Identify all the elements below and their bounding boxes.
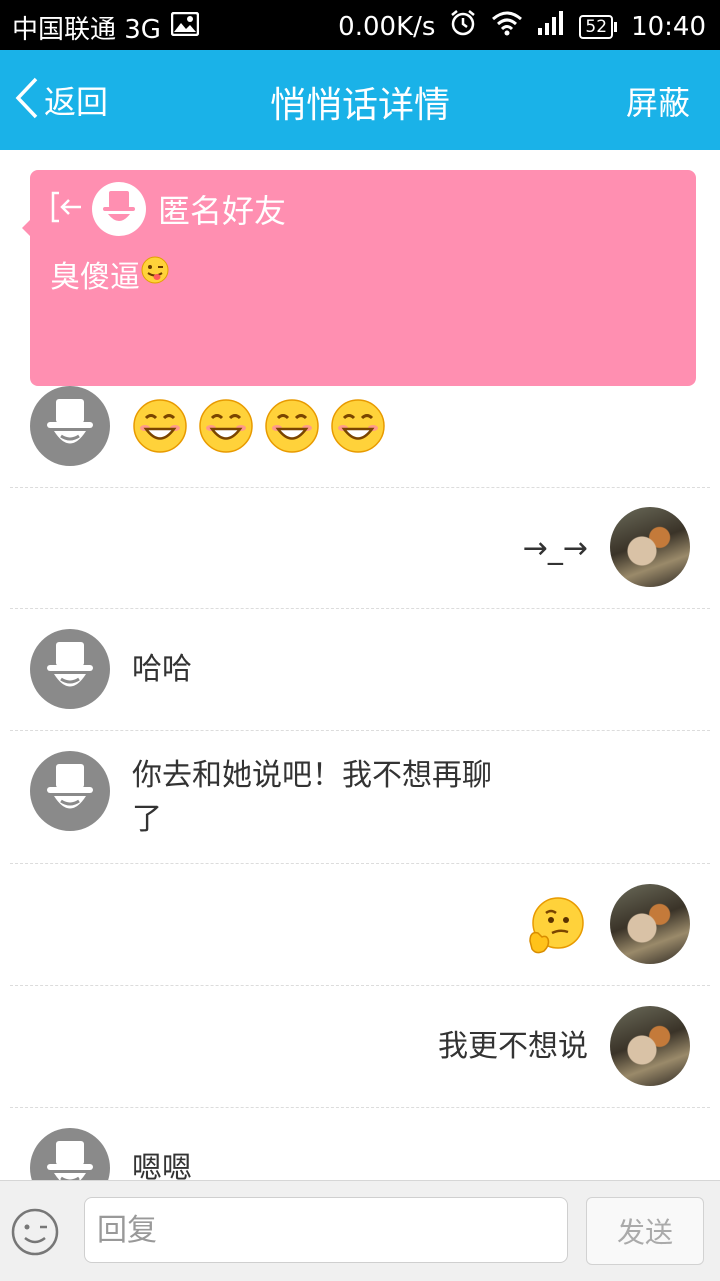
page-title: 悄悄话详情 [269, 85, 450, 126]
message-text: 嗯嗯 [132, 1151, 192, 1180]
message-row: 我更不想说 [10, 985, 710, 1108]
whisper-post-card: 匿名好友 臭傻逼 [22, 170, 696, 386]
network-speed: 0.00K/s [338, 11, 436, 42]
image-notification-icon [170, 11, 200, 43]
grin-emoji-icon [330, 398, 386, 458]
signal-icon [537, 10, 565, 43]
anonymous-avatar[interactable] [30, 751, 110, 831]
message-row: 嗯嗯 [10, 1107, 710, 1180]
wifi-icon [491, 10, 523, 43]
message-row: 哈哈 [10, 608, 710, 731]
grin-emoji-icon [132, 398, 188, 458]
message-row [10, 863, 710, 986]
message-text: 你去和她说吧！我不想再聊 了 [132, 754, 492, 842]
grin-emoji-icon [264, 398, 320, 458]
thinking-emoji-icon [526, 895, 586, 961]
tongue-wink-emoji-icon [140, 255, 170, 293]
composer-bar: 发送 [0, 1180, 720, 1281]
exit-arrow-icon [50, 190, 84, 228]
grin-emoji-icon [198, 398, 254, 458]
anonymous-avatar[interactable] [30, 629, 110, 709]
title-bar: 返回 悄悄话详情 屏蔽 [0, 50, 720, 150]
status-bar: 中国联通 3G 0.00K/s 52 10:40 [0, 0, 720, 50]
send-button[interactable]: 发送 [586, 1197, 704, 1265]
user-avatar[interactable] [610, 1006, 690, 1086]
anonymous-avatar[interactable] [30, 1128, 110, 1180]
message-row [10, 386, 710, 488]
message-text: →_→ [522, 531, 588, 566]
emoji-picker-button[interactable] [10, 1207, 60, 1261]
battery-indicator: 52 [579, 14, 617, 39]
post-author-name: 匿名好友 [158, 192, 287, 230]
message-row: →_→ [10, 487, 710, 609]
clock: 10:40 [631, 11, 706, 42]
anonymous-avatar[interactable] [30, 386, 110, 466]
block-button[interactable]: 屏蔽 [626, 78, 690, 124]
message-text: 哈哈 [132, 652, 192, 687]
message-row: 你去和她说吧！我不想再聊 了 [10, 730, 710, 864]
post-content: 臭傻逼 [50, 260, 140, 295]
carrier-label: 中国联通 3G [12, 15, 161, 45]
message-text-line: 了 [132, 802, 162, 837]
user-avatar[interactable] [610, 507, 690, 587]
chat-list[interactable]: 匿名好友 臭傻逼 →_→ 哈哈 你去和她说吧！我不想再聊 了 我更不想说 嗯嗯 [0, 150, 720, 1180]
anonymous-avatar[interactable] [92, 182, 146, 236]
message-text: 我更不想说 [438, 1029, 588, 1064]
user-avatar[interactable] [610, 884, 690, 964]
reply-input[interactable] [84, 1197, 568, 1263]
message-text-line: 你去和她说吧！我不想再聊 [132, 758, 492, 793]
alarm-icon [449, 9, 477, 44]
